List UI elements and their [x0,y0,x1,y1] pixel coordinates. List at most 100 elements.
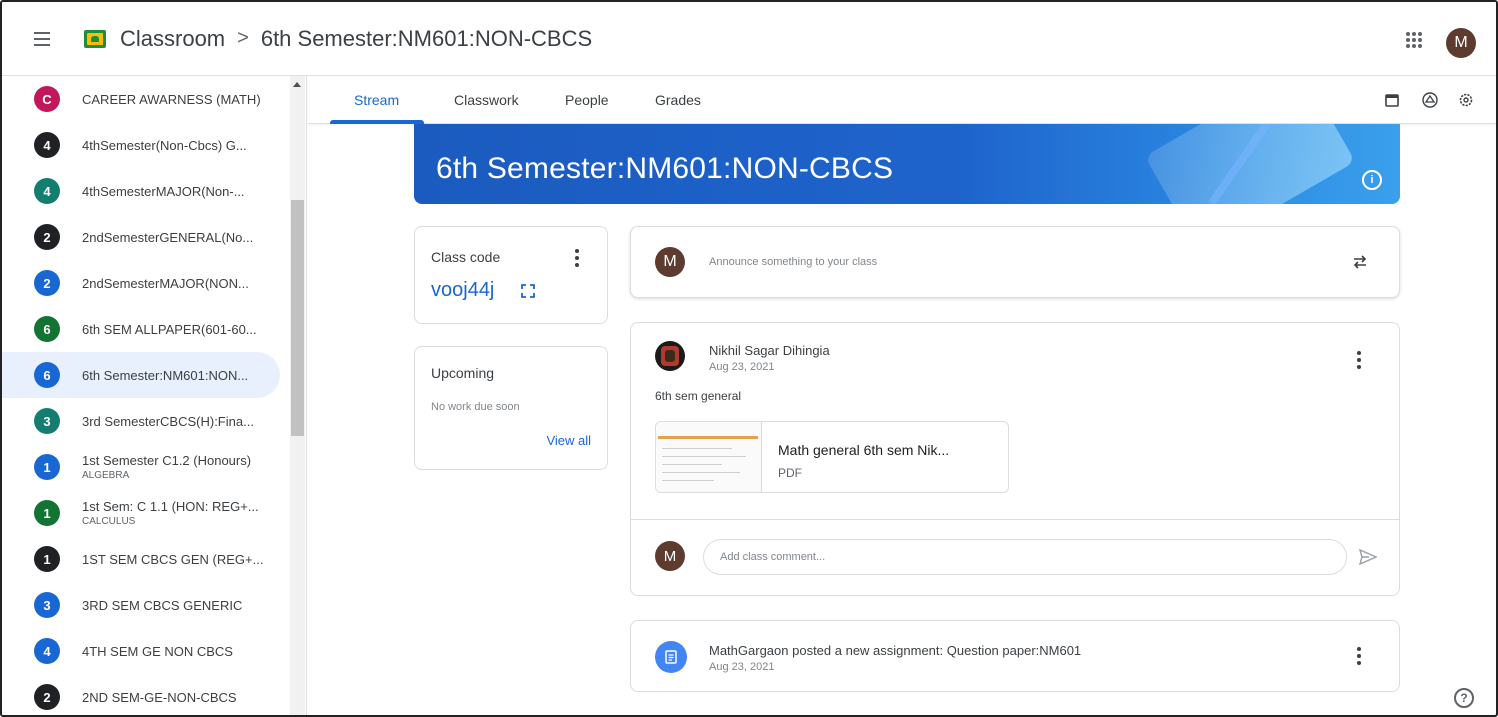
announce-placeholder[interactable]: Announce something to your class [709,256,877,268]
class-initial-badge: 1 [34,546,60,572]
post-body-text: 6th sem general [655,389,742,403]
class-banner: 6th Semester:NM601:NON-CBCS i [414,124,1400,204]
post-author-name: Nikhil Sagar Dihingia [709,343,830,358]
class-info-icon[interactable]: i [1362,170,1382,190]
sidebar-class-item[interactable]: 4 4thSemester(Non-Cbcs) G... [2,122,280,168]
post-author-avatar [655,341,685,371]
upcoming-card: Upcoming No work due soon View all [414,346,608,470]
tab-grades[interactable]: Grades [655,92,701,108]
sidebar-class-item[interactable]: C CAREER AWARNESS (MATH) [2,76,280,122]
class-initial-badge: 1 [34,454,60,480]
pdf-attachment[interactable]: Math general 6th sem Nik... PDF [655,421,1009,493]
sidebar-class-item[interactable]: 4 4TH SEM GE NON CBCS [2,628,280,674]
sidebar-class-item[interactable]: 2 2ndSemesterGENERAL(No... [2,214,280,260]
class-sidebar: 2 2ND SEM-GE-NON-CBCS 4 4TH SEM GE NON CBCS… [2,76,307,715]
comment-avatar: M [655,541,685,571]
classroom-window: Classroom > 6th Semester:NM601:NON-CBCS … [0,0,1498,717]
class-initial-badge: 6 [34,362,60,388]
class-settings-gear-icon[interactable] [1458,92,1474,108]
post-date: Aug 23, 2021 [709,361,775,373]
scroll-up-arrow-icon[interactable] [293,82,301,87]
main-menu-icon[interactable] [34,31,58,46]
class-initial-badge: 3 [34,408,60,434]
class-initial-badge: 4 [34,132,60,158]
stream-post-card: Nikhil Sagar Dihingia Aug 23, 2021 6th s… [630,322,1400,596]
sidebar-item-label: 1st Semester C1.2 (Honours) [82,453,252,468]
class-code-title: Class code [431,249,501,265]
active-tab-indicator [330,120,424,124]
sidebar-item-label: 1st Sem: C 1.1 (HON: REG+... [82,499,259,514]
banner-illustration [1144,124,1356,204]
sidebar-item-label: 1ST SEM CBCS GEN (REG+... [82,551,264,567]
sidebar-item-subtitle: ALGEBRA [82,470,130,481]
class-initial-badge: 4 [34,638,60,664]
help-icon[interactable]: ? [1454,688,1474,708]
class-initial-badge: 6 [34,316,60,342]
sidebar-item-label: 2ND SEM-GE-NON-CBCS [82,689,237,705]
sidebar-item-label: 6th Semester:NM601:NON... [82,367,249,383]
assignment-date: Aug 23, 2021 [709,661,775,673]
tab-stream[interactable]: Stream [354,92,399,108]
class-code-more-icon[interactable] [575,249,579,267]
assignment-more-icon[interactable] [1357,647,1361,665]
class-initial-badge: 2 [34,224,60,250]
class-initial-badge: 3 [34,592,60,618]
attachment-thumbnail [656,422,762,492]
sidebar-item-label: 2ndSemesterGENERAL(No... [82,229,254,245]
display-code-fullscreen-icon[interactable] [521,284,535,298]
sidebar-item-label: 4TH SEM GE NON CBCS [82,643,233,659]
sidebar-class-item[interactable]: 4 4thSemesterMAJOR(Non-... [2,168,280,214]
assignment-title: MathGargaon posted a new assignment: Que… [709,643,1082,658]
sidebar-class-item[interactable]: 1 1ST SEM CBCS GEN (REG+... [2,536,280,582]
drive-folder-icon[interactable] [1422,92,1438,108]
upcoming-empty-text: No work due soon [431,401,520,413]
class-initial-badge: C [34,86,60,112]
class-tabs-bar: Stream Classwork People Grades [308,76,1496,124]
sidebar-item-label: 4thSemesterMAJOR(Non-... [82,183,245,199]
upcoming-title: Upcoming [431,365,495,381]
sidebar-item-subtitle: CALCULUS [82,516,136,527]
sidebar-item-label: 3RD SEM CBCS GENERIC [82,597,243,613]
sidebar-item-label: 3rd SemesterCBCS(H):Fina... [82,413,254,429]
class-code-value: vooj44j [431,279,495,301]
assignment-icon [655,641,687,673]
breadcrumb-separator: > [237,27,249,49]
classroom-logo-icon[interactable] [84,29,106,48]
sidebar-class-item[interactable]: 3 3RD SEM CBCS GENERIC [2,582,280,628]
sidebar-scroll-thumb[interactable] [291,200,304,436]
post-more-icon[interactable] [1357,351,1361,369]
send-comment-icon[interactable] [1359,549,1377,565]
sidebar-class-item[interactable]: 6 6th SEM ALLPAPER(601-60... [2,306,280,352]
class-comment-input[interactable]: Add class comment... [703,539,1347,575]
sidebar-class-item[interactable]: 2 2ND SEM-GE-NON-CBCS [2,674,280,715]
sidebar-item-label: 4thSemester(Non-Cbcs) G... [82,137,247,153]
class-initial-badge: 2 [34,684,60,710]
announce-card[interactable]: M Announce something to your class [630,226,1400,298]
class-code-card: Class code vooj44j [414,226,608,324]
tab-people[interactable]: People [565,92,609,108]
breadcrumb-app[interactable]: Classroom [120,26,225,52]
class-initial-badge: 4 [34,178,60,204]
calendar-icon[interactable] [1384,92,1400,108]
sidebar-class-item[interactable]: 3 3rd SemesterCBCS(H):Fina... [2,398,280,444]
view-all-link[interactable]: View all [546,433,591,448]
account-avatar[interactable]: M [1446,28,1476,58]
announce-avatar: M [655,247,685,277]
sidebar-class-item[interactable]: 1 1st Semester C1.2 (Honours) ALGEBRA [2,444,280,490]
top-app-bar: Classroom > 6th Semester:NM601:NON-CBCS … [2,2,1496,76]
attachment-title: Math general 6th sem Nik... [778,442,950,458]
sidebar-class-item[interactable]: 6 6th Semester:NM601:NON... [2,352,280,398]
assignment-post-card[interactable]: MathGargaon posted a new assignment: Que… [630,620,1400,692]
sidebar-item-label: 2ndSemesterMAJOR(NON... [82,275,249,291]
class-initial-badge: 2 [34,270,60,296]
google-apps-icon[interactable] [1406,32,1422,48]
sidebar-class-item[interactable]: 1 1st Sem: C 1.1 (HON: REG+... CALCULUS [2,490,280,536]
sidebar-class-item[interactable]: 2 2ndSemesterMAJOR(NON... [2,260,280,306]
reuse-post-icon[interactable] [1351,253,1369,271]
breadcrumb-class[interactable]: 6th Semester:NM601:NON-CBCS [261,26,592,52]
sidebar-item-label: 6th SEM ALLPAPER(601-60... [82,321,257,337]
tab-classwork[interactable]: Classwork [454,92,519,108]
attachment-type: PDF [778,466,802,480]
class-initial-badge: 1 [34,500,60,526]
sidebar-item-label: CAREER AWARNESS (MATH) [82,91,261,107]
